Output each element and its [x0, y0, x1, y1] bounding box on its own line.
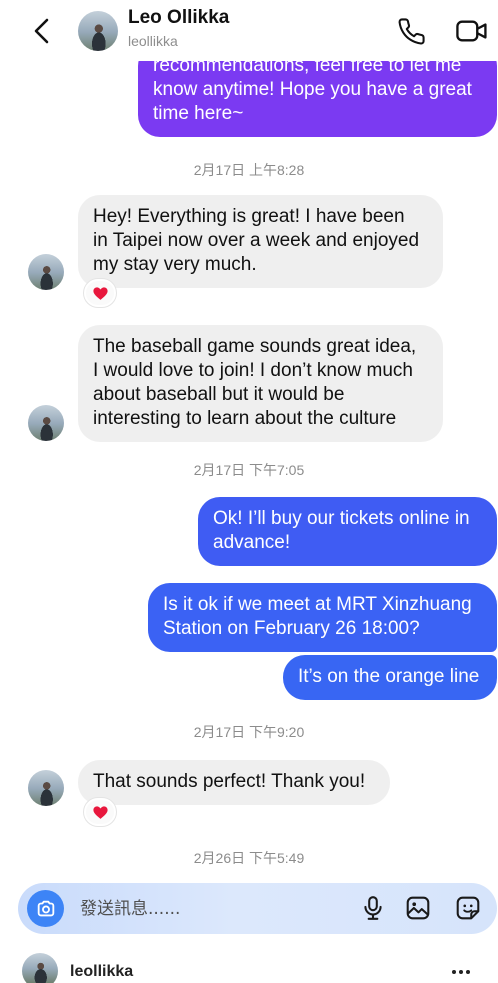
camera-button[interactable] [27, 890, 64, 927]
message-line: Ok! I’ll buy our tickets online in [213, 508, 470, 529]
sticker-icon [456, 896, 480, 920]
message-bubble-incoming[interactable]: Hey! Everything is great! I have been in… [78, 195, 443, 288]
camera-icon [37, 900, 54, 916]
message-line: know anytime! Hope you have a great [153, 79, 472, 100]
post-author-avatar[interactable] [22, 953, 58, 983]
more-horizontal-icon [452, 970, 470, 974]
message-input[interactable] [80, 883, 350, 934]
message-line: Hey! Everything is great! I have been [93, 206, 405, 227]
timestamp: 2月17日 下午9:20 [193, 724, 305, 740]
phone-icon [398, 17, 425, 45]
chevron-left-icon [34, 18, 49, 44]
reaction-badge[interactable] [84, 798, 116, 826]
message-line: time here~ [153, 103, 244, 124]
message-line: interesting to learn about the culture [93, 408, 397, 429]
message-line: It’s on the orange line [298, 666, 480, 687]
voice-call-button[interactable] [395, 15, 427, 47]
contact-avatar[interactable] [78, 11, 118, 51]
sender-avatar[interactable] [28, 254, 64, 290]
gallery-button[interactable] [404, 894, 432, 922]
chat-screen: recommendations, feel free to let me kno… [0, 0, 498, 983]
message-bubble-outgoing[interactable]: It’s on the orange line [283, 655, 497, 700]
message-bubble-incoming[interactable]: That sounds perfect! Thank you! [78, 760, 390, 805]
video-camera-icon [456, 20, 487, 42]
chat-header: Leo Ollikka leollikka [0, 0, 498, 61]
timestamp: 2月17日 下午7:05 [193, 462, 305, 478]
more-options-button[interactable] [446, 962, 476, 982]
microphone-icon [364, 896, 382, 920]
voice-message-button[interactable] [359, 894, 387, 922]
message-line: in Taipei now over a week and enjoyed [93, 230, 420, 251]
red-heart-icon [92, 286, 108, 300]
red-heart-icon [92, 805, 108, 819]
message-line: advance! [213, 532, 291, 553]
back-button[interactable] [26, 15, 58, 47]
message-line: That sounds perfect! Thank you! [93, 771, 366, 792]
message-line: about baseball but it would be [93, 384, 345, 405]
timestamp: 2月26日 下午5:49 [193, 850, 305, 866]
message-line: I would love to join! I don’t know much [93, 360, 414, 381]
image-icon [406, 896, 430, 920]
sticker-button[interactable] [454, 894, 482, 922]
message-bubble-outgoing[interactable]: Is it ok if we meet at MRT Xinzhuang Sta… [148, 583, 497, 652]
reaction-badge[interactable] [84, 279, 116, 307]
message-bubble-outgoing[interactable]: Ok! I’ll buy our tickets online in advan… [198, 497, 497, 566]
sender-avatar[interactable] [28, 405, 64, 441]
message-line: Is it ok if we meet at MRT Xinzhuang [163, 594, 472, 615]
timestamp: 2月17日 上午8:28 [193, 162, 305, 178]
message-line: The baseball game sounds great idea, [93, 336, 417, 357]
message-bubble-incoming[interactable]: The baseball game sounds great idea, I w… [78, 325, 443, 442]
contact-username[interactable]: leollikka [128, 32, 178, 50]
sender-avatar[interactable] [28, 770, 64, 806]
post-author-username[interactable]: leollikka [70, 962, 133, 982]
video-call-button[interactable] [454, 15, 490, 47]
message-line: my stay very much. [93, 254, 257, 275]
message-line: Station on February 26 18:00? [163, 618, 420, 639]
contact-name[interactable]: Leo Ollikka [128, 6, 229, 30]
